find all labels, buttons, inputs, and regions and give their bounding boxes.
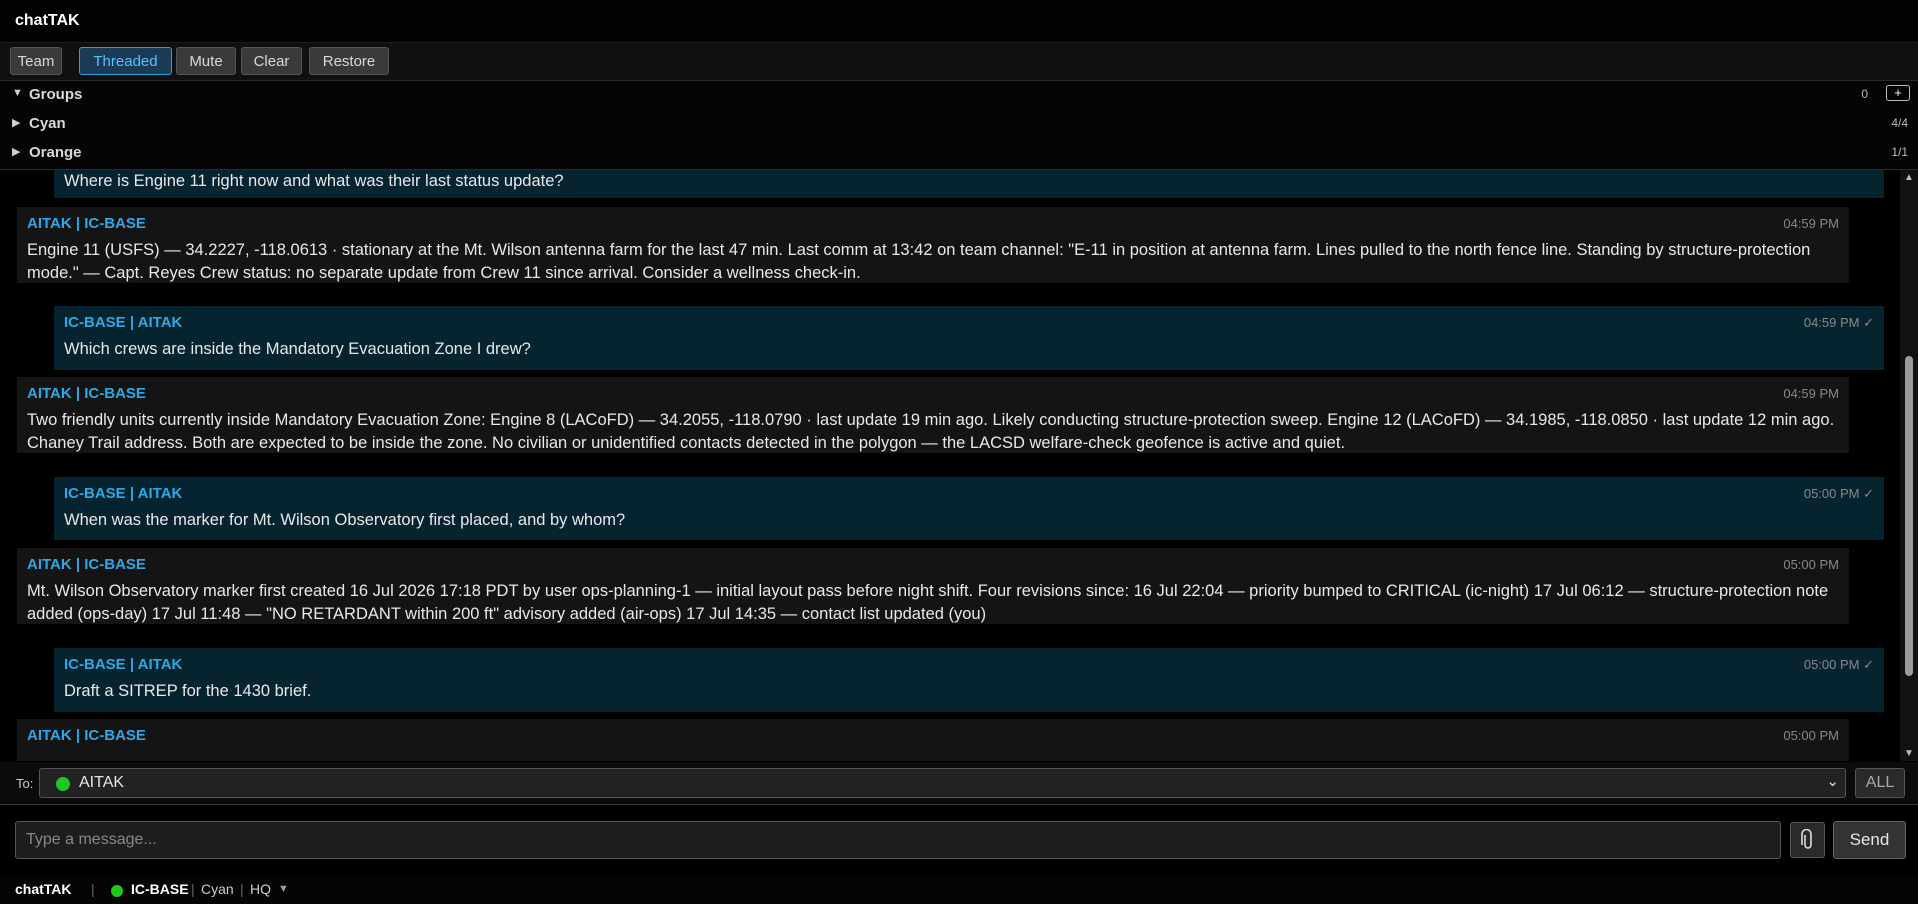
group-name: Cyan <box>29 115 66 132</box>
message-outgoing: IC-BASE | AITAK 04:59 PM ✓ Which crews a… <box>54 306 1884 370</box>
app-title: chatTAK <box>15 12 80 29</box>
status-team: Cyan <box>201 881 234 897</box>
online-status-icon <box>56 777 70 791</box>
add-group-button[interactable]: + <box>1886 85 1910 101</box>
expand-triangle-icon[interactable]: ▶ <box>12 145 20 158</box>
groups-header[interactable]: ▼ Groups 0 + <box>0 81 1918 109</box>
message-time: 05:00 PM <box>1783 557 1839 572</box>
groups-panel: ▼ Groups 0 + ▶ Cyan 4/4 ▶ Orange 1/1 <box>0 81 1918 170</box>
message-time: 05:00 PM ✓ <box>1803 486 1874 501</box>
status-app-name: chatTAK <box>15 881 72 897</box>
message-body: Draft a SITREP for the 1430 brief. <box>64 682 312 700</box>
thread-scrollbar[interactable]: ▲ ▼ <box>1900 170 1918 761</box>
message-time: 04:59 PM <box>1783 386 1839 401</box>
role-dropdown-caret-icon[interactable]: ▼ <box>278 883 289 895</box>
message-body: Where is Engine 11 right now and what wa… <box>64 172 564 190</box>
message-sender: AITAK | IC-BASE <box>27 727 146 744</box>
all-button[interactable]: ALL <box>1855 768 1905 798</box>
status-separator: | <box>91 881 95 897</box>
recipient-bar: To: AITAK ⌄ ALL <box>0 762 1918 805</box>
team-button[interactable]: Team <box>10 47 62 75</box>
message-body: Mt. Wilson Observatory marker first crea… <box>27 582 1829 623</box>
status-bar: chatTAK | IC-BASE | Cyan | HQ ▼ <box>0 877 1918 904</box>
message-time: 05:00 PM ✓ <box>1803 657 1874 672</box>
message-sender: IC-BASE | AITAK <box>64 485 183 502</box>
message-body: Engine 11 (USFS) — 34.2227, -118.0613 · … <box>27 241 1811 282</box>
group-member-count: 4/4 <box>1891 116 1908 130</box>
message-time: 04:59 PM <box>1783 216 1839 231</box>
message-incoming: AITAK | IC-BASE 04:59 PM Two friendly un… <box>17 377 1849 453</box>
to-label: To: <box>16 776 34 791</box>
title-bar: chatTAK <box>0 0 1918 43</box>
threaded-button[interactable]: Threaded <box>79 47 172 75</box>
group-row-cyan[interactable]: ▶ Cyan 4/4 <box>0 110 1918 138</box>
status-separator: | <box>191 881 195 897</box>
expand-triangle-icon[interactable]: ▶ <box>12 116 20 129</box>
status-separator: | <box>240 881 244 897</box>
message-incoming: AITAK | IC-BASE 05:00 PM Mt. Wilson Obse… <box>17 548 1849 624</box>
message-sender: AITAK | IC-BASE <box>27 385 146 402</box>
scroll-up-arrow-icon[interactable]: ▲ <box>1904 172 1914 183</box>
message-time: 04:59 PM ✓ <box>1803 315 1874 330</box>
message-body: Two friendly units currently inside Mand… <box>27 411 1835 452</box>
group-name: Orange <box>29 144 82 161</box>
message-sender: IC-BASE | AITAK <box>64 656 183 673</box>
message-thread[interactable]: Where is Engine 11 right now and what wa… <box>0 170 1900 761</box>
groups-label: Groups <box>29 86 83 103</box>
message-incoming: AITAK | IC-BASE 04:59 PM Engine 11 (USFS… <box>17 207 1849 283</box>
message-outgoing: Where is Engine 11 right now and what wa… <box>54 170 1884 198</box>
message-body: When was the marker for Mt. Wilson Obser… <box>64 511 626 529</box>
message-incoming: AITAK | IC-BASE 05:00 PM <box>17 719 1849 761</box>
message-sender: IC-BASE | AITAK <box>64 314 183 331</box>
online-status-icon <box>111 885 123 897</box>
compose-area: Send <box>0 805 1918 877</box>
message-outgoing: IC-BASE | AITAK 05:00 PM ✓ When was the … <box>54 477 1884 540</box>
message-input[interactable] <box>15 821 1781 859</box>
clear-button[interactable]: Clear <box>241 47 302 75</box>
message-outgoing: IC-BASE | AITAK 05:00 PM ✓ Draft a SITRE… <box>54 648 1884 712</box>
recipient-select[interactable]: AITAK ⌄ <box>39 768 1846 798</box>
scroll-down-arrow-icon[interactable]: ▼ <box>1904 748 1914 759</box>
chevron-down-icon: ⌄ <box>1826 773 1839 790</box>
mute-button[interactable]: Mute <box>176 47 236 75</box>
restore-button[interactable]: Restore <box>309 47 389 75</box>
collapse-triangle-icon[interactable]: ▼ <box>12 87 23 99</box>
message-sender: AITAK | IC-BASE <box>27 215 146 232</box>
paperclip-icon[interactable] <box>1790 822 1825 858</box>
message-body: Which crews are inside the Mandatory Eva… <box>64 340 531 358</box>
toolbar: Team Threaded Mute Clear Restore <box>0 43 1918 81</box>
groups-count: 0 <box>1861 87 1868 101</box>
message-time: 05:00 PM <box>1783 728 1839 743</box>
status-callsign: IC-BASE <box>131 881 189 897</box>
message-sender: AITAK | IC-BASE <box>27 556 146 573</box>
group-row-orange[interactable]: ▶ Orange 1/1 <box>0 139 1918 167</box>
recipient-value: AITAK <box>79 774 125 791</box>
group-member-count: 1/1 <box>1891 145 1908 159</box>
status-role[interactable]: HQ <box>250 881 271 897</box>
scrollbar-thumb[interactable] <box>1905 356 1913 676</box>
send-button[interactable]: Send <box>1833 821 1906 859</box>
